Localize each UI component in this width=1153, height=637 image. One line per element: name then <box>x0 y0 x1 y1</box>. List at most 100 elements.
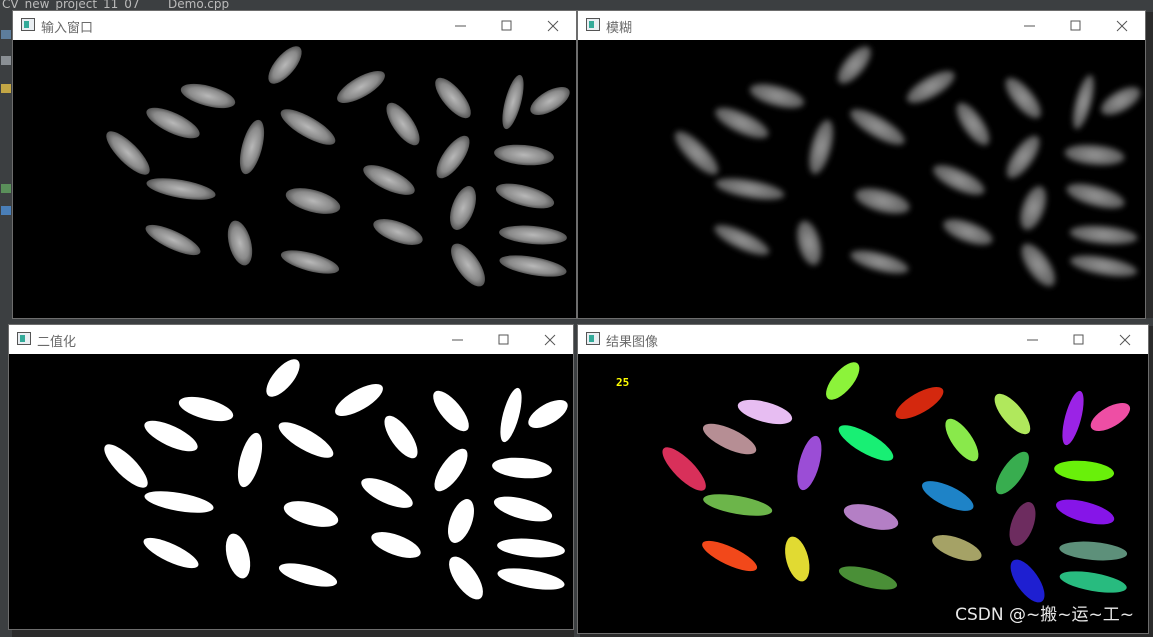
rice-grain <box>1059 541 1128 561</box>
titlebar[interactable]: 模糊 <box>578 11 1145 40</box>
input-window[interactable]: 输入窗口 <box>12 10 577 319</box>
rice-grain <box>280 109 336 145</box>
rice-grain <box>826 362 860 400</box>
window-app-icon <box>586 18 600 31</box>
rice-grain <box>146 178 216 200</box>
folder-icon[interactable] <box>1 56 11 65</box>
rice-grain <box>1072 74 1095 130</box>
close-button[interactable] <box>527 325 573 354</box>
rice-grain <box>1062 390 1084 446</box>
close-button[interactable] <box>1099 11 1145 40</box>
blur-window[interactable]: 模糊 <box>577 10 1146 319</box>
rice-grain <box>143 537 199 569</box>
close-icon <box>544 334 556 346</box>
minimize-icon <box>1027 339 1038 341</box>
rice-grain <box>450 186 476 230</box>
rice-grain <box>435 77 471 119</box>
rice-grain <box>1064 144 1125 166</box>
rice-grain <box>451 243 485 287</box>
minimize-button[interactable] <box>1007 11 1053 40</box>
rice-grain <box>715 178 785 200</box>
window-app-icon <box>17 332 31 345</box>
rice-grain <box>1006 135 1040 179</box>
rice-grain <box>384 415 418 459</box>
image-canvas: 25 CSDN @~搬~运~工~ <box>578 354 1148 633</box>
chart-icon[interactable] <box>1 184 11 193</box>
window-title: 结果图像 <box>606 335 659 350</box>
rice-grain <box>702 423 757 455</box>
rice-grain <box>1059 571 1127 593</box>
expand-icon[interactable] <box>1 84 11 93</box>
maximize-button[interactable] <box>1056 325 1102 354</box>
project-icon[interactable] <box>1 30 11 39</box>
result-window[interactable]: 结果图像 25 CSDN @~搬~运~工~ <box>577 324 1149 634</box>
rice-grain <box>278 422 334 458</box>
rice-grain <box>932 535 982 561</box>
maximize-button[interactable] <box>484 11 530 40</box>
rice-grain <box>837 46 872 84</box>
rice-grain <box>714 224 770 256</box>
rice-grain <box>945 418 979 462</box>
object-count-label: 25 <box>616 376 630 389</box>
rice-grain <box>225 533 251 579</box>
rice-grain <box>361 478 413 508</box>
maximize-icon <box>1070 20 1081 31</box>
rice-grain <box>1005 77 1042 119</box>
rice-grains-blurred <box>674 46 1141 287</box>
watermark: CSDN @~搬~运~工~ <box>955 605 1134 625</box>
debug-icon[interactable] <box>1 206 11 215</box>
rice-grain <box>363 165 415 195</box>
close-icon <box>547 20 559 32</box>
rice-grain <box>922 481 974 511</box>
rice-grain <box>838 425 894 461</box>
rice-grain <box>838 566 898 590</box>
rice-grain <box>144 420 198 452</box>
rice-grain <box>493 496 553 522</box>
rice-grain <box>855 188 910 214</box>
minimize-button[interactable] <box>438 11 484 40</box>
rice-grain <box>850 109 905 145</box>
maximize-button[interactable] <box>481 325 527 354</box>
rice-grain <box>144 491 214 513</box>
rice-grain <box>502 74 524 130</box>
rice-grain <box>268 46 302 84</box>
rice-grain <box>796 220 822 266</box>
minimize-button[interactable] <box>435 325 481 354</box>
window-title: 二值化 <box>37 335 77 350</box>
rice-grain <box>956 102 990 146</box>
rice-grain <box>1020 186 1047 230</box>
rice-grain <box>797 435 822 491</box>
titlebar[interactable]: 二值化 <box>9 325 573 354</box>
titlebar[interactable]: 结果图像 <box>578 325 1148 354</box>
rice-grain <box>703 494 773 516</box>
minimize-icon <box>452 339 463 341</box>
rice-grain <box>1054 460 1115 482</box>
rice-grain <box>371 532 421 558</box>
rice-grain <box>895 386 944 420</box>
rice-grain <box>995 451 1029 495</box>
rice-grain <box>104 444 148 488</box>
rice-grain <box>266 359 300 397</box>
minimize-button[interactable] <box>1010 325 1056 354</box>
rice-grains-grayscale <box>106 46 570 287</box>
rice-grain <box>933 165 985 195</box>
close-button[interactable] <box>1102 325 1148 354</box>
rice-grain <box>1070 255 1138 277</box>
rice-grain <box>662 447 706 491</box>
close-button[interactable] <box>530 11 576 40</box>
close-icon <box>1116 20 1128 32</box>
window-app-icon <box>586 332 600 345</box>
rice-grain <box>180 83 236 109</box>
rice-grain <box>715 107 769 139</box>
rice-grain <box>449 556 483 600</box>
binary-window[interactable]: 二值化 <box>8 324 574 630</box>
rice-grain <box>674 131 719 175</box>
rice-grain <box>494 144 554 166</box>
maximize-button[interactable] <box>1053 11 1099 40</box>
titlebar[interactable]: 输入窗口 <box>13 11 576 40</box>
image-canvas <box>13 40 576 318</box>
close-icon <box>1119 334 1131 346</box>
rice-grain <box>809 119 834 175</box>
rice-grain <box>530 86 570 115</box>
rice-grain <box>237 432 263 488</box>
